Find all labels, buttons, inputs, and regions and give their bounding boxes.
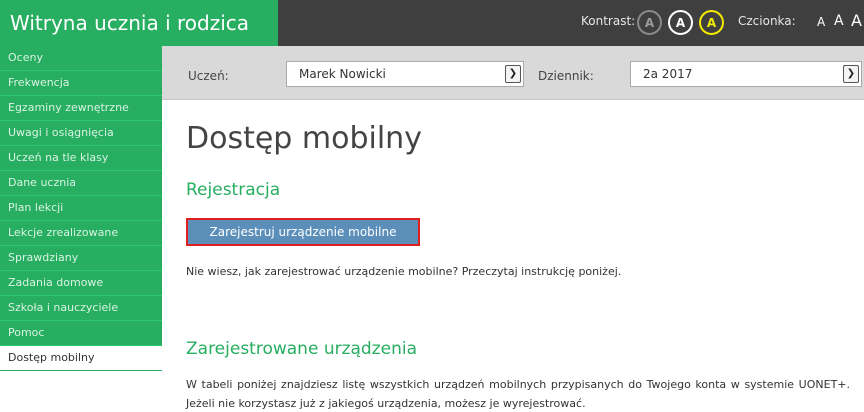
chevron-down-icon: ❯ [505,65,521,83]
font-size-medium-button[interactable]: A [834,13,844,29]
font-size-label: Czcionka: [738,14,796,28]
sidebar-item-uwagi[interactable]: Uwagi i osiągnięcia [0,121,162,146]
app-title-box: Witryna ucznia i rodzica [0,0,278,46]
font-size-large-button[interactable]: A [851,11,862,30]
student-label: Uczeń: [188,69,229,83]
sidebar-item-dostep-mobilny[interactable]: Dostęp mobilny [0,346,162,371]
sidebar-item-dane-ucznia[interactable]: Dane ucznia [0,171,162,196]
sidebar-item-pomoc[interactable]: Pomoc [0,321,162,346]
sidebar-item-frekwencja[interactable]: Frekwencja [0,71,162,96]
sidebar-nav: Oceny Frekwencja Egzaminy zewnętrzne Uwa… [0,46,162,412]
page-title: Dostęp mobilny [186,121,422,156]
student-select[interactable]: Marek Nowicki ❯ [286,61,524,87]
register-device-button[interactable]: Zarejestruj urządzenie mobilne [186,218,420,246]
sidebar-item-egzaminy[interactable]: Egzaminy zewnętrzne [0,96,162,121]
app-title: Witryna ucznia i rodzica [10,11,250,35]
filter-bar: Uczeń: Marek Nowicki ❯ Dziennik: 2a 2017… [162,46,864,100]
registered-devices-heading: Zarejestrowane urządzenia [186,339,418,359]
sidebar-item-plan-lekcji[interactable]: Plan lekcji [0,196,162,221]
sidebar-item-oceny[interactable]: Oceny [0,46,162,71]
sidebar-item-szkola-i-nauczyciele[interactable]: Szkoła i nauczyciele [0,296,162,321]
sidebar-item-lekcje-zrealizowane[interactable]: Lekcje zrealizowane [0,221,162,246]
chevron-down-icon: ❯ [843,65,859,83]
contrast-black-white-button[interactable]: A [668,10,693,35]
registration-help-text: Nie wiesz, jak zarejestrować urządzenie … [186,265,622,278]
journal-select-value: 2a 2017 [643,67,693,81]
sidebar-item-sprawdziany[interactable]: Sprawdziany [0,246,162,271]
contrast-label: Kontrast: [581,14,636,28]
contrast-black-yellow-button[interactable]: A [699,10,724,35]
journal-select[interactable]: 2a 2017 ❯ [630,61,862,87]
registered-devices-description: W tabeli poniżej znajdziesz listę wszyst… [186,378,850,410]
contrast-normal-button[interactable]: A [637,10,662,35]
main-content: Dostęp mobilny Rejestracja Zarejestruj u… [162,101,864,412]
sidebar-item-zadania-domowe[interactable]: Zadania domowe [0,271,162,296]
student-select-value: Marek Nowicki [299,67,386,81]
journal-label: Dziennik: [538,69,594,83]
registration-heading: Rejestracja [186,180,281,200]
app-header: Witryna ucznia i rodzica Kontrast: A A A… [0,0,864,46]
sidebar-item-uczen-na-tle-klasy[interactable]: Uczeń na tle klasy [0,146,162,171]
font-size-small-button[interactable]: A [817,15,825,29]
